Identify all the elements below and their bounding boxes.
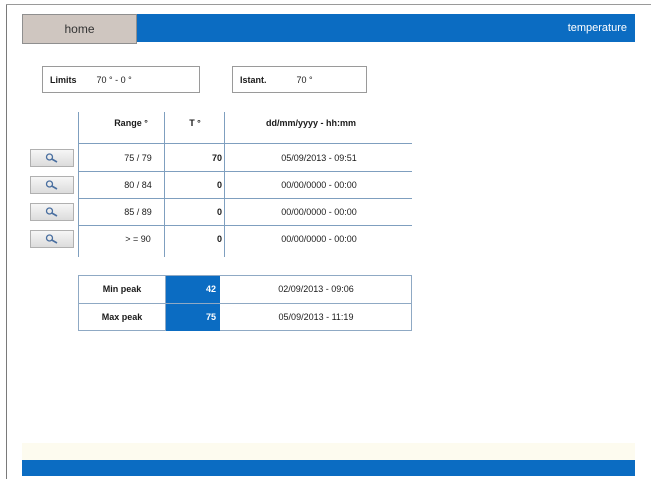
limits-label: Limits [50,74,77,85]
row-temperature: 0 [216,234,222,244]
table-row: > = 90 0 00/00/0000 - 00:00 [30,226,412,252]
min-peak-row: Min peak 42 02/09/2013 - 09:06 [79,276,411,303]
magnifier-icon [45,180,58,190]
istant-label: Istant. [240,74,267,85]
table-row: 85 / 89 0 00/00/0000 - 00:00 [30,199,412,225]
row-zoom-button[interactable] [30,149,74,167]
row-datetime: 05/09/2013 - 09:51 [281,153,357,163]
table-header-rule [78,143,412,144]
page-title: temperature [567,22,627,34]
frame-top-edge [6,4,651,5]
row-datetime: 00/00/0000 - 00:00 [281,207,357,217]
min-peak-label: Min peak [102,284,142,294]
home-button[interactable]: home [22,14,137,44]
row-temperature: 70 [211,153,222,163]
row-zoom-button[interactable] [30,203,74,221]
table-row: 75 / 79 70 05/09/2013 - 09:51 [30,145,412,171]
col-header-temperature: T ° [189,118,201,128]
frame-left-edge [6,4,7,479]
max-peak-label: Max peak [101,312,143,322]
col-header-datetime: dd/mm/yyyy - hh:mm [265,118,357,128]
max-peak-datetime: 05/09/2013 - 11:19 [278,312,354,322]
home-button-label: home [64,22,95,36]
footer-strip [22,443,635,460]
max-peak-value: 75 [166,304,220,331]
magnifier-icon [45,153,58,163]
limits-value: 70 ° - 0 ° [96,74,132,85]
max-peak-row: Max peak 75 05/09/2013 - 11:19 [79,304,411,331]
magnifier-icon [45,234,58,244]
row-datetime: 00/00/0000 - 00:00 [281,234,357,244]
footer-bar [22,460,635,476]
istant-value: 70 ° [296,74,313,85]
istant-box: Istant. 70 ° [232,66,367,93]
table-row: 80 / 84 0 00/00/0000 - 00:00 [30,172,412,198]
min-peak-value: 42 [166,276,220,303]
min-peak-datetime: 02/09/2013 - 09:06 [278,284,354,294]
limits-box: Limits 70 ° - 0 ° [42,66,200,93]
row-zoom-button[interactable] [30,176,74,194]
magnifier-icon [45,207,58,217]
row-zoom-button[interactable] [30,230,74,248]
row-temperature: 0 [216,207,222,217]
col-header-range: Range ° [114,118,148,128]
peaks-table: Min peak 42 02/09/2013 - 09:06 Max peak … [78,275,412,331]
row-datetime: 00/00/0000 - 00:00 [281,180,357,190]
row-temperature: 0 [216,180,222,190]
